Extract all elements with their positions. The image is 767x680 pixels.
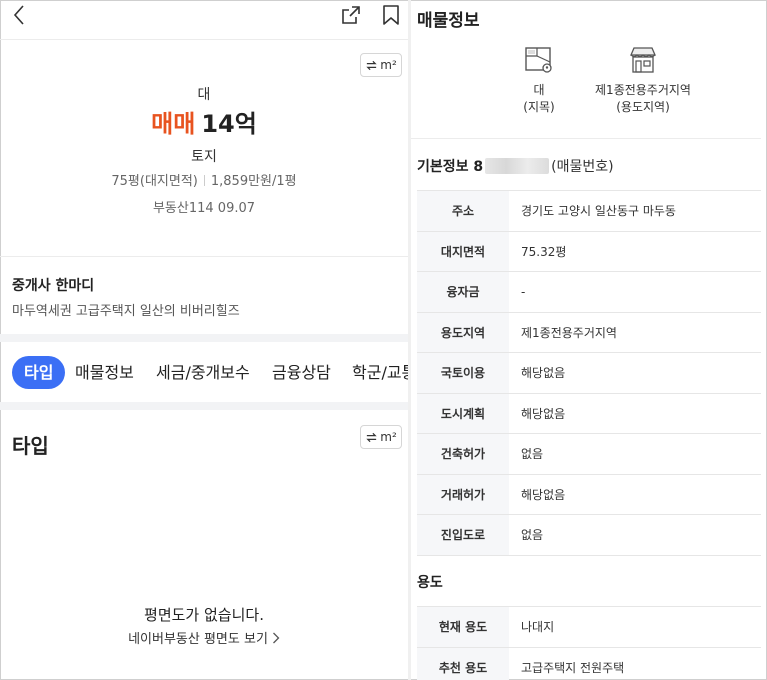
basic-info-label: 기본정보 8: [417, 159, 484, 175]
left-panel: m² 대 매매 14억 토지 75평(대지면적) 1,859만원/1평 부동산114…: [0, 0, 408, 680]
table-row: 진입도로 없음: [417, 515, 761, 556]
row-value: 없음: [521, 528, 544, 543]
unit-toggle-button[interactable]: m²: [360, 425, 402, 449]
row-value: -: [521, 284, 526, 299]
table-row: 추천 용도 고급주택지 전원주택: [417, 647, 761, 680]
row-value: 나대지: [521, 620, 555, 635]
row-value: 해당없음: [521, 366, 566, 381]
zoning-value: 제1종전용주거지역: [595, 83, 691, 97]
table-row: 융자금 -: [417, 272, 761, 313]
row-value: 경기도 고양시 일산동구 마두동: [521, 204, 676, 219]
property-kind: 토지: [191, 149, 217, 165]
land-category: 대: [197, 87, 211, 103]
zoning-label: (용도지역): [616, 100, 670, 114]
chevron-right-icon: [272, 632, 280, 644]
row-key: 도시계획: [417, 393, 509, 433]
row-key: 융자금: [417, 272, 509, 312]
price-type: 매매: [151, 110, 196, 138]
row-key: 용도지역: [417, 312, 509, 352]
zoning-feature: 제1종전용주거지역 (용도지역): [573, 44, 713, 116]
price: 매매 14억: [0, 104, 408, 139]
unit-price: 1,859만원/1평: [210, 174, 297, 189]
naver-floorplan-link[interactable]: 네이버부동산 평면도 보기: [0, 628, 408, 647]
row-key: 건축허가: [417, 434, 509, 474]
use-table: 현재 용도 나대지 추천 용도 고급주택지 전원주택: [417, 606, 761, 680]
table-row: 거래허가 해당없음: [417, 474, 761, 515]
back-icon[interactable]: [10, 4, 30, 26]
row-key: 현재 용도: [417, 607, 509, 647]
separator: [203, 175, 205, 186]
right-panel: 매물정보 대 (지목) 제1종전용주거지역 (용도지역) 기본정보 8 (매물번호…: [411, 0, 767, 680]
table-row: 현재 용도 나대지: [417, 607, 761, 648]
area-info: 75평(대지면적) 1,859만원/1평: [0, 170, 408, 189]
blurred-listing-number: [485, 158, 550, 174]
store-building-icon: [630, 47, 656, 73]
row-value: 제1종전용주거지역: [521, 325, 617, 340]
agent-comment-body: 마두역세권 고급주택지 일산의 비버리힐즈: [12, 304, 240, 319]
row-key: 추천 용도: [417, 647, 509, 680]
swap-icon: [366, 432, 377, 442]
row-value: 없음: [521, 447, 544, 462]
table-row: 도시계획 해당없음: [417, 393, 761, 434]
section-gap: [0, 402, 408, 410]
table-row: 국토이용 해당없음: [417, 353, 761, 394]
agent-comment-title: 중개사 한마디: [12, 278, 95, 294]
listing-info-title: 매물정보: [417, 11, 480, 31]
agent-comment: 중개사 한마디 마두역세권 고급주택지 일산의 비버리힐즈: [0, 256, 408, 334]
tab-school-transport[interactable]: 학군/교통: [352, 356, 408, 389]
row-value: 75.32평: [521, 244, 567, 259]
divider: [411, 138, 761, 139]
row-key: 거래허가: [417, 474, 509, 514]
row-value: 고급주택지 전원주택: [521, 660, 625, 675]
land-map-icon: [525, 47, 552, 73]
basic-info-table: 주소 경기도 고양시 일산동구 마두동 대지면적 75.32평 융자금 - 용도지역 제…: [417, 190, 761, 556]
row-key: 대지면적: [417, 231, 509, 271]
section-tabs: 타입 매물정보 세금/중개보수 금융상담 학군/교통: [0, 342, 408, 402]
top-bar: [0, 0, 408, 40]
row-value: 해당없음: [521, 487, 566, 502]
swap-icon: [366, 60, 377, 70]
row-key: 국토이용: [417, 353, 509, 393]
table-row: 용도지역 제1종전용주거지역: [417, 312, 761, 353]
tab-finance[interactable]: 금융상담: [272, 356, 331, 389]
naver-floorplan-link-label: 네이버부동산 평면도 보기: [128, 632, 268, 647]
table-row: 건축허가 없음: [417, 434, 761, 475]
row-key: 주소: [417, 191, 509, 231]
price-summary: m² 대 매매 14억 토지 75평(대지면적) 1,859만원/1평 부동산114…: [0, 40, 408, 256]
row-key: 진입도로: [417, 515, 509, 555]
unit-label: m²: [380, 58, 397, 72]
use-section-title: 용도: [417, 575, 443, 591]
source-date: 부동산114 09.07: [152, 201, 256, 216]
price-value: 14억: [201, 110, 257, 138]
listing-number-suffix: (매물번호): [551, 159, 614, 175]
unit-toggle-button[interactable]: m²: [360, 53, 402, 77]
land-area: 75평(대지면적): [111, 174, 198, 189]
table-row: 주소 경기도 고양시 일산동구 마두동: [417, 191, 761, 232]
table-row: 대지면적 75.32평: [417, 231, 761, 272]
unit-label: m²: [380, 430, 397, 444]
bookmark-icon[interactable]: [381, 4, 401, 26]
no-floorplan-message: 평면도가 없습니다.: [144, 606, 264, 624]
tab-type[interactable]: 타입: [12, 356, 66, 389]
basic-info-title: 기본정보 8 (매물번호): [417, 156, 614, 176]
tab-listing-info[interactable]: 매물정보: [75, 356, 134, 389]
share-icon[interactable]: [340, 4, 362, 26]
type-section-title: 타입: [12, 434, 49, 458]
tab-tax-fee[interactable]: 세금/중개보수: [156, 356, 250, 389]
row-value: 해당없음: [521, 406, 566, 421]
section-gap: [0, 334, 408, 342]
